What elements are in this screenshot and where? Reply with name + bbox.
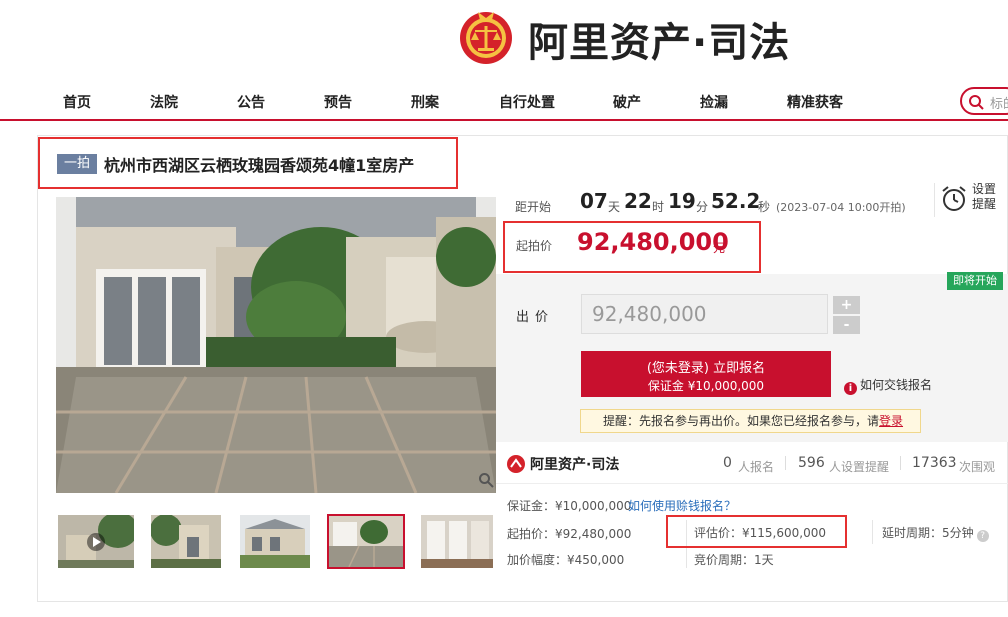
credit-register-link-text[interactable]: 如何使用赊钱报名？ xyxy=(628,499,736,513)
nav-item-precision[interactable]: 精准获客 xyxy=(787,92,843,112)
registered-label: 人报名 xyxy=(738,460,775,474)
nav-item-court[interactable]: 法院 xyxy=(150,92,178,112)
set-reminder-button[interactable]: 设置提醒 xyxy=(972,182,1002,212)
courtyard-photo-illustration xyxy=(56,197,496,493)
alarm-clock-icon[interactable] xyxy=(940,184,968,212)
reminders-label: 人设置提醒 xyxy=(829,460,890,474)
countdown-minutes: 19 xyxy=(668,189,696,213)
thumbnail-image-4-selected[interactable] xyxy=(327,514,405,569)
start-price-value: 92,480,000 xyxy=(577,228,729,256)
tip-text: 提醒：先报名参与再出价。如果您已经报名参与，请 xyxy=(603,414,880,428)
reminders-count: 596 xyxy=(798,455,825,471)
thumbnail-image xyxy=(151,515,221,568)
countdown-label: 距开始 xyxy=(515,200,552,214)
bid-cycle-detail: 竞价周期：1天 xyxy=(694,553,774,567)
lot-title-row: 一拍 杭州市西湖区云栖玫瑰园香颂苑4幢1室房产 xyxy=(38,137,458,189)
bid-amount-input[interactable]: 92,480,000 xyxy=(581,294,828,334)
main-property-photo[interactable] xyxy=(56,197,496,493)
registered-count: 0 xyxy=(723,455,732,471)
views-count: 17363 xyxy=(912,455,957,471)
login-link[interactable]: 登录 xyxy=(879,414,903,428)
countdown-hours-unit: 时 xyxy=(652,200,665,214)
start-price-unit: 元 xyxy=(713,241,726,255)
ali-assets-logo-icon xyxy=(507,455,525,473)
nav-divider xyxy=(0,119,1008,121)
thumbnail-image xyxy=(58,515,134,568)
zoom-icon[interactable] xyxy=(478,472,494,488)
start-price-label: 起拍价 xyxy=(516,239,553,253)
deposit-help-text: 如何交钱报名 xyxy=(860,378,933,392)
deposit-detail: 保证金：¥10,000,000 xyxy=(507,499,632,513)
auction-start-time: (2023-07-04 10:00开拍) xyxy=(776,201,906,214)
deposit-help-link[interactable]: i 如何交钱报名 xyxy=(844,376,932,395)
info-icon: i xyxy=(844,382,857,395)
increment-detail: 加价幅度：¥450,000 xyxy=(507,553,625,567)
appraisal-detail: 评估价：¥115,600,000 xyxy=(694,526,826,540)
nav-item-preview[interactable]: 预告 xyxy=(324,92,352,112)
thumbnail-image xyxy=(329,516,403,567)
nav-item-bankruptcy[interactable]: 破产 xyxy=(613,92,641,112)
search-icon xyxy=(969,95,984,110)
court-emblem-icon xyxy=(460,12,512,64)
nav-item-announcement[interactable]: 公告 xyxy=(237,92,265,112)
extension-detail: 延时周期：5分钟? xyxy=(882,524,989,542)
views-label: 次围观 xyxy=(959,460,996,474)
start-price-detail: 起拍价：¥92,480,000 xyxy=(507,527,632,541)
bid-decrease-button[interactable]: - xyxy=(833,316,860,334)
bid-increase-button[interactable]: + xyxy=(833,296,860,314)
thumbnail-image-5[interactable] xyxy=(421,515,493,568)
countdown-hours: 22 xyxy=(624,189,652,213)
auction-round-badge: 一拍 xyxy=(57,154,97,174)
register-now-button[interactable]: (您未登录) 立即报名 保证金 ¥10,000,000 xyxy=(581,351,831,397)
ali-assets-brand: 阿里资产·司法 xyxy=(530,457,620,473)
divider xyxy=(785,456,786,470)
nav-item-home[interactable]: 首页 xyxy=(63,92,91,112)
thumbnail-image xyxy=(421,515,493,568)
credit-register-link[interactable]: 如何使用赊钱报名？ xyxy=(628,497,736,514)
brand-logo-text: 阿里资产·司法 xyxy=(528,20,791,66)
extension-text: 延时周期：5分钟 xyxy=(882,526,974,540)
bid-label: 出价 xyxy=(516,310,555,325)
register-deposit-label: 保证金 ¥10,000,000 xyxy=(647,379,765,393)
search-input[interactable]: 标的 xyxy=(960,87,1008,115)
divider xyxy=(872,520,873,544)
divider xyxy=(934,183,935,217)
lot-title: 杭州市西湖区云栖玫瑰园香颂苑4幢1室房产 xyxy=(104,156,415,175)
nav-item-criminal[interactable]: 刑案 xyxy=(411,92,439,112)
thumbnail-image xyxy=(240,515,310,568)
nav-item-self-disposal[interactable]: 自行处置 xyxy=(499,92,555,112)
countdown-minutes-unit: 分 xyxy=(696,200,709,214)
start-price-box: 起拍价 92,480,000 元 xyxy=(503,221,761,273)
login-tip: 提醒：先报名参与再出价。如果您已经报名参与，请登录 xyxy=(580,409,921,433)
nav-item-bargain[interactable]: 捡漏 xyxy=(700,92,728,112)
countdown-days-unit: 天 xyxy=(608,200,621,214)
divider xyxy=(900,456,901,470)
thumbnail-video[interactable] xyxy=(58,515,134,568)
thumbnail-image-3[interactable] xyxy=(240,515,310,568)
thumbnail-image-2[interactable] xyxy=(151,515,221,568)
main-nav: 首页 法院 公告 预告 刑案 自行处置 破产 捡漏 精准获客 xyxy=(0,84,1008,118)
help-icon[interactable]: ? xyxy=(976,530,989,542)
header: 阿里资产·司法 xyxy=(0,0,1008,80)
countdown-days: 07 xyxy=(580,189,608,213)
search-placeholder: 标的 xyxy=(990,97,1008,112)
register-button-label: (您未登录) 立即报名 xyxy=(646,361,766,376)
countdown-seconds-unit: 秒 xyxy=(758,200,771,214)
countdown-seconds: 52.2 xyxy=(711,189,761,213)
status-badge: 即将开始 xyxy=(947,272,1003,290)
